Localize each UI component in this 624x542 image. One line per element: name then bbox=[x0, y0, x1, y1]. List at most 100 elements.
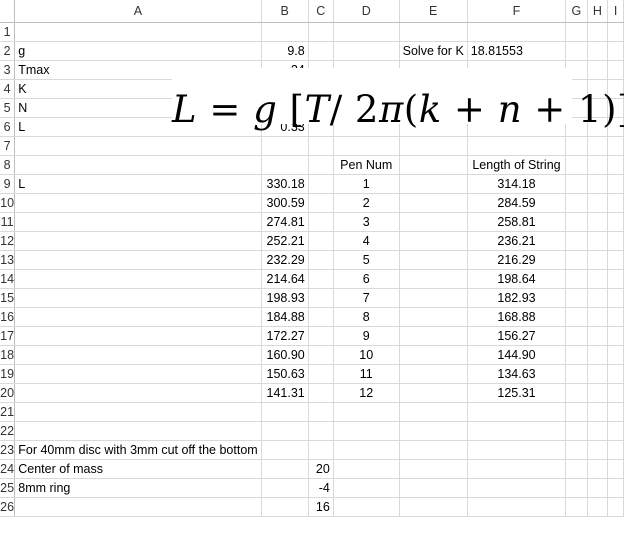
cell-a26[interactable] bbox=[14, 497, 262, 517]
cell-d7[interactable] bbox=[333, 136, 400, 156]
cell-c16[interactable] bbox=[308, 307, 334, 327]
cell-b19[interactable]: 150.63 bbox=[261, 364, 309, 384]
cell-b16[interactable]: 184.88 bbox=[261, 307, 309, 327]
cell-h13[interactable] bbox=[587, 250, 609, 270]
cell-f19[interactable]: 134.63 bbox=[467, 364, 567, 384]
cell-c19[interactable] bbox=[308, 364, 334, 384]
cell-c17[interactable] bbox=[308, 326, 334, 346]
cell-b24[interactable] bbox=[261, 459, 309, 479]
cell-a22[interactable] bbox=[14, 421, 262, 441]
cell-d16[interactable]: 8 bbox=[333, 307, 400, 327]
cell-b10[interactable]: 300.59 bbox=[261, 193, 309, 213]
row-header[interactable]: 1 bbox=[0, 22, 16, 42]
cell-h14[interactable] bbox=[587, 269, 609, 289]
cell-i11[interactable] bbox=[607, 212, 624, 232]
cell-g24[interactable] bbox=[565, 459, 588, 479]
cell-e14[interactable] bbox=[399, 269, 468, 289]
cell-i8[interactable] bbox=[607, 155, 624, 175]
cell-a1[interactable] bbox=[14, 22, 262, 42]
cell-f14[interactable]: 198.64 bbox=[467, 269, 567, 289]
cell-a20[interactable] bbox=[14, 383, 262, 403]
cell-c11[interactable] bbox=[308, 212, 334, 232]
row-header[interactable]: 17 bbox=[0, 326, 16, 346]
cell-c20[interactable] bbox=[308, 383, 334, 403]
cell-c25[interactable]: -4 bbox=[308, 478, 334, 498]
cell-f7[interactable] bbox=[467, 136, 567, 156]
column-header-d[interactable]: D bbox=[333, 0, 400, 23]
row-header[interactable]: 24 bbox=[0, 459, 16, 479]
cell-a11[interactable] bbox=[14, 212, 262, 232]
cell-c21[interactable] bbox=[308, 402, 334, 422]
cell-e21[interactable] bbox=[399, 402, 468, 422]
cell-i22[interactable] bbox=[607, 421, 624, 441]
cell-i18[interactable] bbox=[607, 345, 624, 365]
cell-i17[interactable] bbox=[607, 326, 624, 346]
row-header[interactable]: 5 bbox=[0, 98, 16, 118]
row-header[interactable]: 10 bbox=[0, 193, 16, 213]
cell-i7[interactable] bbox=[607, 136, 624, 156]
cell-i26[interactable] bbox=[607, 497, 624, 517]
cell-e17[interactable] bbox=[399, 326, 468, 346]
cell-c7[interactable] bbox=[308, 136, 334, 156]
cell-f8[interactable]: Length of String bbox=[467, 155, 567, 175]
cell-a25[interactable]: 8mm ring bbox=[14, 478, 262, 498]
row-header[interactable]: 7 bbox=[0, 136, 16, 156]
cell-b8[interactable] bbox=[261, 155, 309, 175]
column-header-i[interactable]: I bbox=[607, 0, 624, 23]
cell-d9[interactable]: 1 bbox=[333, 174, 400, 194]
cell-d10[interactable]: 2 bbox=[333, 193, 400, 213]
cell-h26[interactable] bbox=[587, 497, 609, 517]
cell-a15[interactable] bbox=[14, 288, 262, 308]
cell-e15[interactable] bbox=[399, 288, 468, 308]
cell-f13[interactable]: 216.29 bbox=[467, 250, 567, 270]
cell-b17[interactable]: 172.27 bbox=[261, 326, 309, 346]
cell-f2[interactable]: 18.81553 bbox=[467, 41, 567, 61]
cell-h15[interactable] bbox=[587, 288, 609, 308]
cell-g16[interactable] bbox=[565, 307, 588, 327]
cell-b2[interactable]: 9.8 bbox=[261, 41, 309, 61]
cell-i21[interactable] bbox=[607, 402, 624, 422]
cell-f21[interactable] bbox=[467, 402, 567, 422]
cell-a19[interactable] bbox=[14, 364, 262, 384]
cell-b1[interactable] bbox=[261, 22, 309, 42]
cell-a13[interactable] bbox=[14, 250, 262, 270]
cell-f25[interactable] bbox=[467, 478, 567, 498]
cell-e19[interactable] bbox=[399, 364, 468, 384]
cell-f11[interactable]: 258.81 bbox=[467, 212, 567, 232]
row-header[interactable]: 18 bbox=[0, 345, 16, 365]
cell-i13[interactable] bbox=[607, 250, 624, 270]
cell-a2[interactable]: g bbox=[14, 41, 262, 61]
cell-f18[interactable]: 144.90 bbox=[467, 345, 567, 365]
cell-d24[interactable] bbox=[333, 459, 400, 479]
cell-f20[interactable]: 125.31 bbox=[467, 383, 567, 403]
cell-b12[interactable]: 252.21 bbox=[261, 231, 309, 251]
cell-i25[interactable] bbox=[607, 478, 624, 498]
cell-e13[interactable] bbox=[399, 250, 468, 270]
cell-b13[interactable]: 232.29 bbox=[261, 250, 309, 270]
cell-b21[interactable] bbox=[261, 402, 309, 422]
cell-a24[interactable]: Center of mass bbox=[14, 459, 262, 479]
cell-i19[interactable] bbox=[607, 364, 624, 384]
column-header-e[interactable]: E bbox=[399, 0, 468, 23]
cell-b22[interactable] bbox=[261, 421, 309, 441]
cell-c14[interactable] bbox=[308, 269, 334, 289]
cell-h25[interactable] bbox=[587, 478, 609, 498]
cell-g21[interactable] bbox=[565, 402, 588, 422]
cell-b23[interactable] bbox=[261, 440, 309, 460]
cell-e10[interactable] bbox=[399, 193, 468, 213]
cell-f10[interactable]: 284.59 bbox=[467, 193, 567, 213]
column-header-f[interactable]: F bbox=[467, 0, 567, 23]
cell-d2[interactable] bbox=[333, 41, 400, 61]
cell-i20[interactable] bbox=[607, 383, 624, 403]
cell-f24[interactable] bbox=[467, 459, 567, 479]
row-header[interactable]: 15 bbox=[0, 288, 16, 308]
row-header[interactable]: 19 bbox=[0, 364, 16, 384]
cell-h24[interactable] bbox=[587, 459, 609, 479]
cell-a14[interactable] bbox=[14, 269, 262, 289]
cell-b26[interactable] bbox=[261, 497, 309, 517]
cell-e8[interactable] bbox=[399, 155, 468, 175]
cell-h18[interactable] bbox=[587, 345, 609, 365]
row-header[interactable]: 9 bbox=[0, 174, 16, 194]
cell-e12[interactable] bbox=[399, 231, 468, 251]
cell-h10[interactable] bbox=[587, 193, 609, 213]
